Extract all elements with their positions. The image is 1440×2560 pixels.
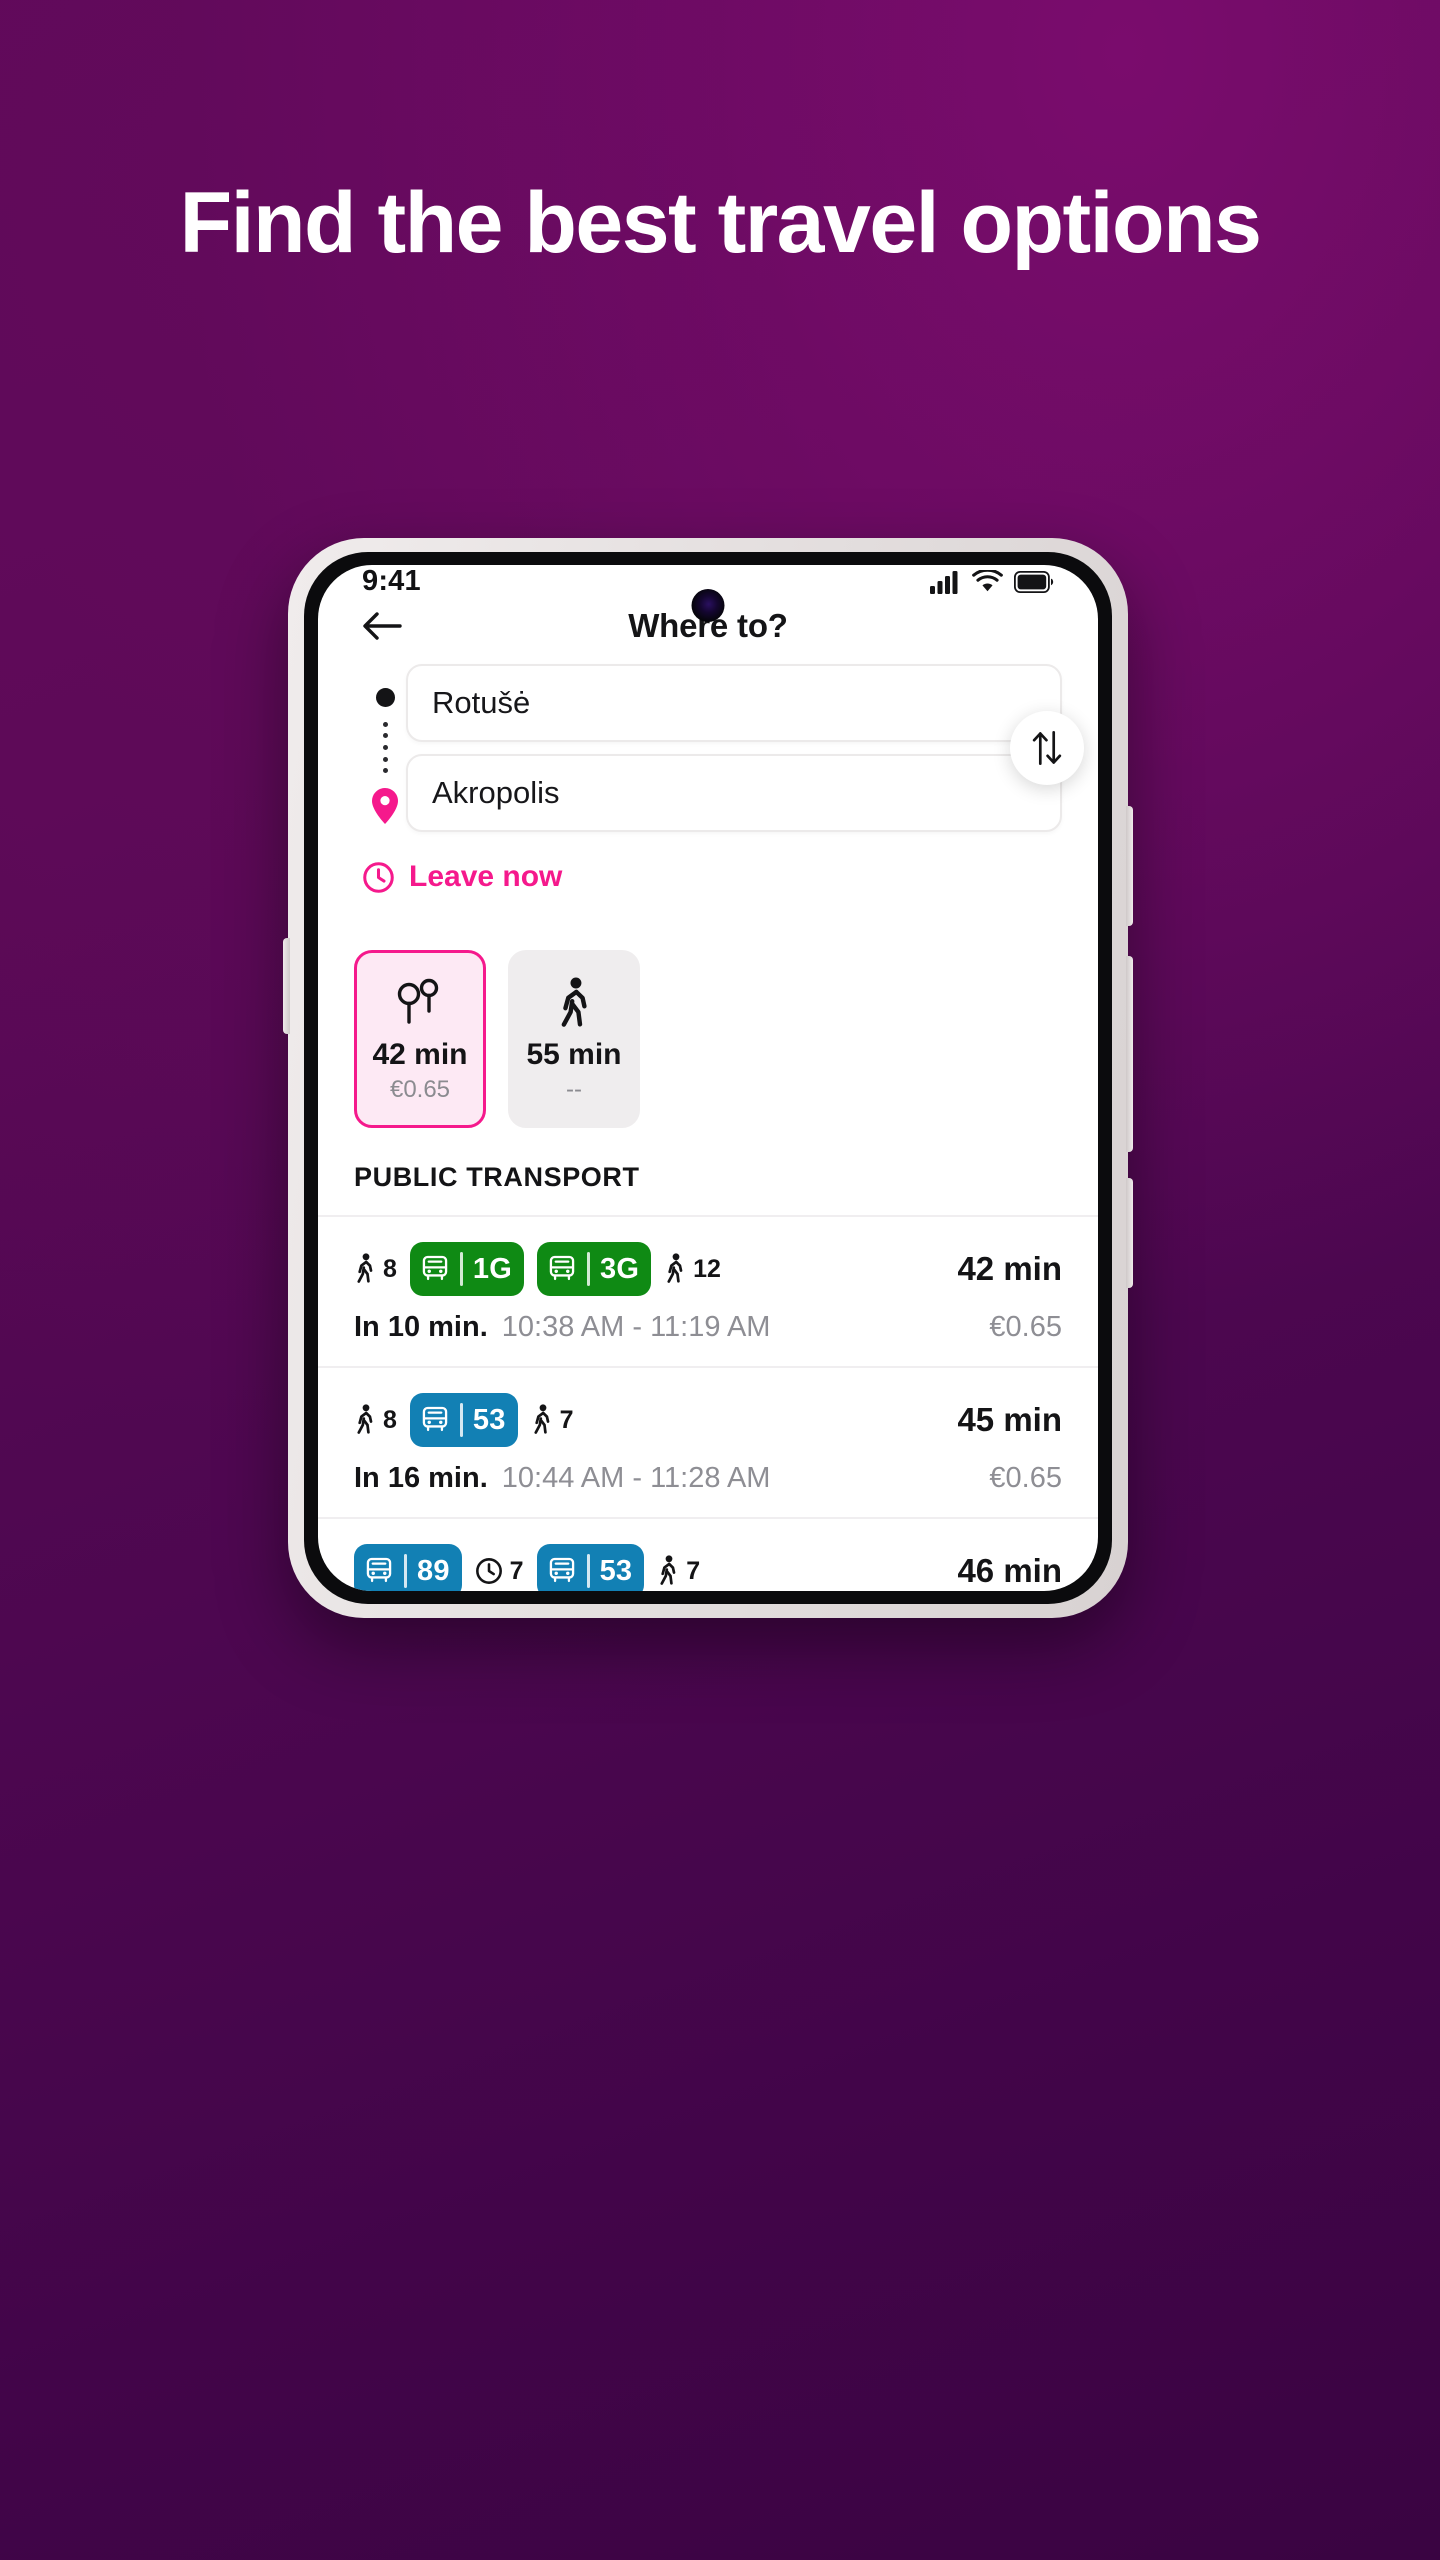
route-row[interactable]: 89 7 53 7 46 min — [318, 1517, 1098, 1591]
leg-wait-minutes: 7 — [509, 1556, 524, 1585]
route-summary: 89 7 53 7 46 min — [354, 1543, 1062, 1591]
leg-walk: 7 — [657, 1555, 700, 1587]
route-legs: 8 — [354, 1393, 573, 1447]
route-row[interactable]: 8 — [318, 1215, 1098, 1366]
leg-walk-minutes: 7 — [686, 1556, 701, 1585]
leg-walk-minutes: 8 — [383, 1405, 397, 1434]
leg-walk-minutes: 12 — [693, 1254, 721, 1283]
bus-icon — [549, 1557, 574, 1583]
route-price: €0.65 — [989, 1462, 1062, 1494]
leg-walk: 8 — [354, 1404, 397, 1436]
mode-duration: 42 min — [372, 1038, 468, 1071]
origin-input-value: Rotušė — [432, 685, 531, 720]
leg-walk: 7 — [531, 1404, 574, 1436]
leg-bus-badge: 53 — [409, 1393, 518, 1447]
phone-volume-button — [283, 938, 290, 1034]
phone-mockup: 9:41 Where to? Rotušė Akropolis Leave no… — [283, 538, 1133, 1618]
route-summary: 8 — [354, 1392, 1062, 1448]
status-indicators — [930, 569, 1054, 594]
phone-frame: 9:41 Where to? Rotušė Akropolis Leave no… — [304, 552, 1112, 1604]
leg-bus-line: 53 — [472, 1403, 506, 1436]
route-search: Rotušė Akropolis — [318, 654, 1098, 832]
leg-walk: 8 — [354, 1253, 397, 1285]
clock-icon — [363, 861, 394, 893]
route-price: €0.65 — [989, 1311, 1062, 1343]
bus-icon — [422, 1406, 448, 1432]
phone-screen: 9:41 Where to? Rotušė Akropolis Leave no… — [318, 565, 1098, 1591]
leg-walk-minutes: 7 — [559, 1405, 574, 1434]
walking-icon — [534, 1404, 549, 1434]
destination-input[interactable]: Akropolis — [406, 754, 1062, 832]
leg-bus-badge: 1G — [409, 1242, 524, 1296]
bus-icon — [366, 1557, 392, 1583]
route-duration: 46 min — [957, 1552, 1062, 1589]
status-time: 9:41 — [362, 565, 421, 597]
mode-card-transit[interactable]: 42 min €0.65 — [354, 950, 486, 1128]
front-camera-icon — [691, 589, 725, 622]
leg-bus-line: 3G — [600, 1252, 640, 1285]
leg-bus-line: 1G — [472, 1252, 512, 1285]
cellular-signal-icon — [930, 570, 958, 594]
route-rail — [372, 686, 398, 824]
leg-bus-badge: 89 — [354, 1544, 462, 1591]
bus-icon — [422, 1255, 448, 1281]
origin-dot-icon — [375, 688, 395, 707]
walking-icon — [554, 974, 594, 1032]
walking-icon — [667, 1253, 683, 1283]
walking-icon — [357, 1404, 373, 1434]
origin-input[interactable]: Rotušė — [406, 664, 1062, 742]
phone-side-button-3 — [1126, 1178, 1133, 1288]
leg-bus-badge: 3G — [537, 1242, 652, 1296]
route-duration: 45 min — [957, 1401, 1062, 1438]
departure-time-label: Leave now — [409, 860, 563, 893]
swap-direction-button[interactable] — [1010, 711, 1084, 785]
route-fields: Rotušė Akropolis — [406, 664, 1084, 832]
route-departs-in: In 10 min. — [354, 1311, 488, 1343]
phone-side-button-1 — [1126, 806, 1133, 926]
walking-icon — [357, 1253, 373, 1283]
departure-time-selector[interactable]: Leave now — [318, 832, 1098, 924]
route-duration: 42 min — [957, 1250, 1062, 1287]
leg-bus-badge: 53 — [536, 1544, 645, 1591]
destination-input-value: Akropolis — [432, 775, 560, 810]
leg-bus-line: 53 — [599, 1554, 633, 1587]
clock-icon — [475, 1558, 502, 1584]
route-legs: 8 — [354, 1242, 721, 1296]
mode-selector: 42 min €0.65 55 min -- — [318, 924, 1098, 1154]
map-pin-icon — [372, 788, 398, 824]
route-time-window: 10:44 AM - 11:28 AM — [501, 1462, 771, 1494]
route-details: In 10 min. 10:38 AM - 11:19 AM €0.65 — [354, 1311, 1062, 1344]
page-title: Find the best travel options — [179, 175, 1262, 271]
route-departs-in: In 16 min. — [354, 1462, 488, 1494]
route-row[interactable]: 8 — [318, 1366, 1098, 1517]
battery-full-icon — [1014, 570, 1054, 593]
mode-price: -- — [566, 1076, 582, 1103]
leg-bus-line: 89 — [417, 1554, 450, 1587]
transit-stops-icon — [394, 974, 446, 1032]
leg-wait: 7 — [475, 1557, 524, 1586]
wifi-icon — [972, 569, 1003, 591]
route-details: In 16 min. 10:44 AM - 11:28 AM €0.65 — [354, 1462, 1062, 1495]
section-title: PUBLIC TRANSPORT — [354, 1162, 640, 1192]
mode-duration: 55 min — [526, 1038, 622, 1071]
status-bar: 9:41 — [318, 565, 1098, 622]
swap-vertical-icon — [1032, 731, 1062, 765]
walking-icon — [660, 1555, 676, 1585]
route-time-window: 10:38 AM - 11:19 AM — [501, 1311, 771, 1343]
phone-side-button-2 — [1126, 956, 1133, 1152]
route-legs: 89 7 53 7 — [354, 1544, 700, 1591]
mode-price: €0.65 — [389, 1076, 451, 1103]
route-summary: 8 — [354, 1241, 1062, 1297]
leg-walk: 12 — [664, 1253, 721, 1285]
route-dashes — [382, 707, 388, 788]
mode-card-walk[interactable]: 55 min -- — [508, 950, 640, 1128]
leg-walk-minutes: 8 — [383, 1254, 397, 1283]
bus-icon — [549, 1255, 575, 1281]
